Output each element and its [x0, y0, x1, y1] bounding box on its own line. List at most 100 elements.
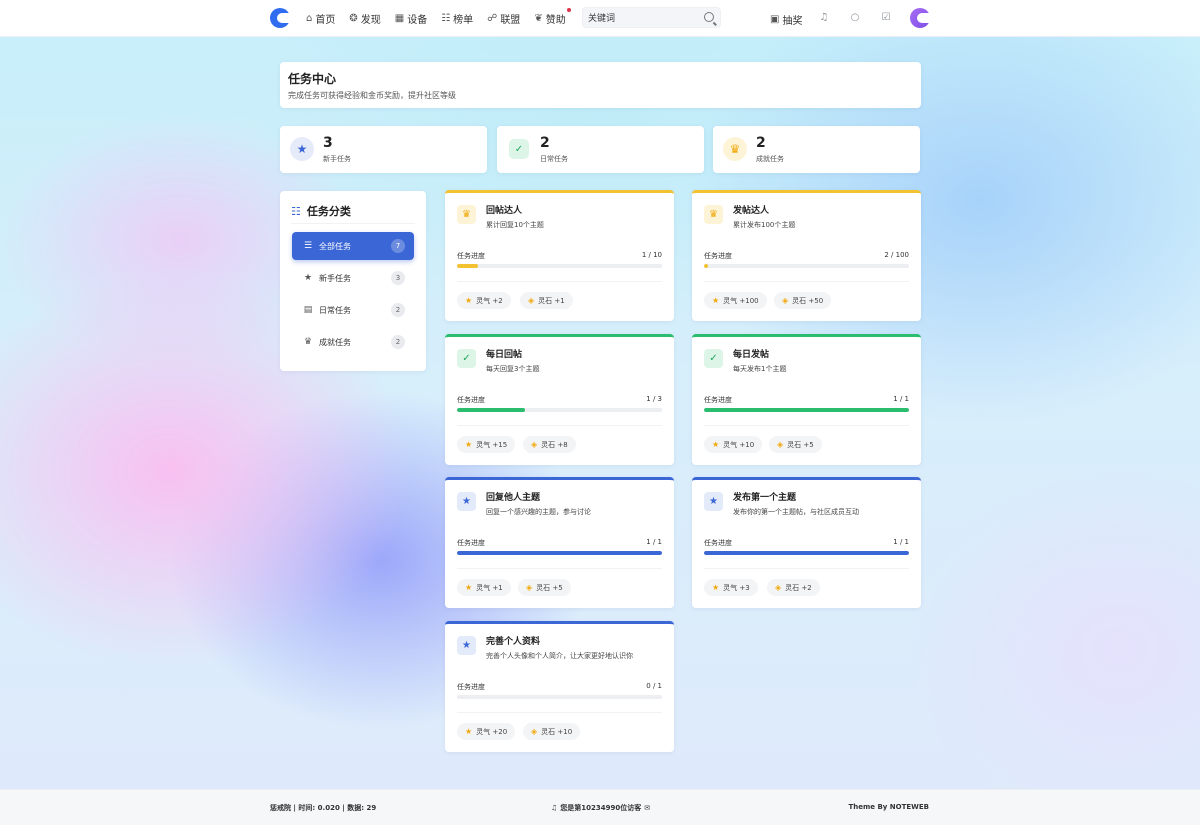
alliance-icon: ☍ — [487, 13, 498, 24]
star-icon: ★ — [704, 492, 723, 511]
reward-text: 灵气 +15 — [476, 440, 508, 449]
reward-stone: ◈ 灵石 +10 — [523, 723, 581, 740]
task-card[interactable]: ★ 发布第一个主题 发布你的第一个主题帖，与社区成员互动 任务进度 1 / 1 … — [692, 477, 921, 608]
sidebar-item-achievement[interactable]: ♛ 成就任务 2 — [292, 328, 414, 356]
sidebar-item-label: 日常任务 — [319, 305, 351, 315]
star-icon: ★ — [457, 636, 476, 655]
reward-stone: ◈ 灵石 +5 — [769, 436, 822, 453]
footer-theme-credit[interactable]: Theme By NOTEWEB — [848, 803, 929, 811]
task-description: 每天发布1个主题 — [733, 365, 787, 373]
coins-icon: ◈ — [528, 296, 535, 305]
checkin-icon[interactable]: ☑ — [880, 12, 892, 23]
reward-qi: ★ 灵气 +3 — [704, 579, 758, 596]
task-description: 累计回复10个主题 — [486, 221, 544, 229]
progress-fill — [704, 408, 909, 412]
task-card[interactable]: ♛ 发帖达人 累计发布100个主题 任务进度 2 / 100 ★ 灵气 +100 … — [692, 190, 921, 321]
search-toggle-icon[interactable]: ○ — [849, 12, 861, 23]
ranking-icon: ☷ — [441, 13, 451, 24]
nav-item-sponsor[interactable]: ❦ 赞助 — [534, 8, 571, 26]
sidebar-item-daily[interactable]: ▤ 日常任务 2 — [292, 296, 414, 324]
star-icon: ★ — [465, 727, 473, 736]
task-title: 发布第一个主题 — [733, 493, 797, 503]
task-card[interactable]: ♛ 回帖达人 累计回复10个主题 任务进度 1 / 10 ★ 灵气 +2 ◈ 灵石 … — [445, 190, 674, 321]
task-card[interactable]: ★ 回复他人主题 回复一个感兴趣的主题，参与讨论 任务进度 1 / 1 ★ 灵气 … — [445, 477, 674, 608]
task-description: 发布你的第一个主题帖，与社区成员互动 — [733, 508, 859, 516]
reward-qi: ★ 灵气 +10 — [704, 436, 763, 453]
reward-text: 灵气 +10 — [723, 440, 755, 449]
trophy-icon: ♛ — [704, 205, 723, 224]
progress-label: 任务进度 — [457, 252, 485, 260]
star-icon: ★ — [465, 440, 473, 449]
progress-label: 任务进度 — [457, 396, 485, 404]
nav-item-ranking[interactable]: ☷ 榜单 — [441, 11, 473, 26]
divider — [704, 281, 909, 282]
bell-icon: ♫ — [551, 804, 558, 812]
checklist-icon: ☷ — [291, 204, 301, 218]
user-avatar[interactable] — [910, 8, 930, 28]
progress-bar — [704, 551, 909, 555]
reward-text: 灵气 +1 — [476, 583, 503, 592]
search-input[interactable] — [588, 10, 698, 25]
task-description: 回复一个感兴趣的主题，参与讨论 — [486, 508, 591, 516]
task-title: 发帖达人 — [733, 206, 770, 216]
nav-item-discover[interactable]: ❂ 发现 — [349, 11, 380, 26]
bell-icon[interactable]: ♫ — [818, 12, 830, 23]
nav-item-alliance[interactable]: ☍ 联盟 — [487, 11, 520, 26]
star-icon: ★ — [465, 296, 473, 305]
trophy-icon: ♛ — [457, 205, 476, 224]
reward-text: 灵石 +1 — [538, 296, 565, 305]
count-badge: 3 — [391, 271, 405, 285]
nav-item-home[interactable]: ⌂ 首页 — [306, 11, 335, 26]
progress-fill — [704, 264, 709, 268]
reward-qi: ★ 灵气 +20 — [457, 723, 516, 740]
reward-text: 灵气 +20 — [476, 727, 508, 736]
task-card[interactable]: ★ 完善个人资料 完善个人头像和个人简介，让大家更好地认识你 任务进度 0 / … — [445, 621, 674, 752]
sidebar-item-all[interactable]: ☰ 全部任务 7 — [292, 232, 414, 260]
site-logo[interactable] — [270, 8, 290, 28]
progress-value: 1 / 10 — [641, 251, 662, 259]
task-title: 回帖达人 — [486, 206, 523, 216]
divider — [704, 568, 909, 569]
calendar-check-icon: ✓ — [457, 349, 476, 368]
mail-icon[interactable]: ✉ — [644, 804, 650, 812]
task-title: 完善个人资料 — [486, 637, 541, 647]
task-title: 每日发帖 — [733, 350, 770, 360]
sidebar-item-label: 全部任务 — [319, 241, 351, 251]
reward-text: 灵石 +10 — [541, 727, 573, 736]
lottery-link[interactable]: ▣ 抽奖 — [770, 12, 802, 27]
reward-text: 灵石 +5 — [787, 440, 814, 449]
stat-count: 2 — [540, 135, 550, 151]
task-card[interactable]: ✓ 每日回帖 每天回复3个主题 任务进度 1 / 3 ★ 灵气 +15 ◈ 灵石 +… — [445, 334, 674, 465]
star-icon: ★ — [465, 583, 473, 592]
nav-item-devices[interactable]: ▦ 设备 — [395, 11, 427, 26]
progress-label: 任务进度 — [704, 396, 732, 404]
star-icon: ★ — [290, 137, 314, 161]
divider — [457, 712, 662, 713]
task-description: 每天回复3个主题 — [486, 365, 540, 373]
star-icon: ★ — [712, 296, 720, 305]
progress-bar — [457, 695, 662, 699]
reward-stone: ◈ 灵石 +2 — [767, 579, 820, 596]
notification-dot — [566, 8, 571, 12]
lottery-label: 抽奖 — [782, 16, 803, 27]
sidebar-item-novice[interactable]: ★ 新手任务 3 — [292, 264, 414, 292]
reward-text: 灵石 +8 — [541, 440, 568, 449]
stat-card-daily: ✓ 2 日常任务 — [497, 126, 704, 173]
task-card[interactable]: ✓ 每日发帖 每天发布1个主题 任务进度 1 / 1 ★ 灵气 +10 ◈ 灵石 +… — [692, 334, 921, 465]
devices-icon: ▦ — [394, 13, 405, 24]
progress-value: 1 / 1 — [893, 538, 909, 546]
list-icon: ☰ — [303, 241, 313, 251]
search-icon[interactable] — [704, 12, 714, 22]
reward-qi: ★ 灵气 +1 — [457, 579, 511, 596]
progress-bar — [457, 408, 662, 412]
reward-text: 灵石 +2 — [785, 583, 812, 592]
task-description: 完善个人头像和个人简介，让大家更好地认识你 — [486, 652, 633, 660]
reward-qi: ★ 灵气 +15 — [457, 436, 516, 453]
nav-item-label: 首页 — [315, 15, 336, 26]
footer-stats: 惩戒院 | 时间: 0.020 | 数据: 29 — [270, 804, 377, 812]
divider — [457, 425, 662, 426]
trophy-icon: ♛ — [303, 337, 313, 347]
home-icon: ⌂ — [306, 13, 313, 24]
progress-label: 任务进度 — [704, 539, 732, 547]
calendar-check-icon: ✓ — [704, 349, 723, 368]
